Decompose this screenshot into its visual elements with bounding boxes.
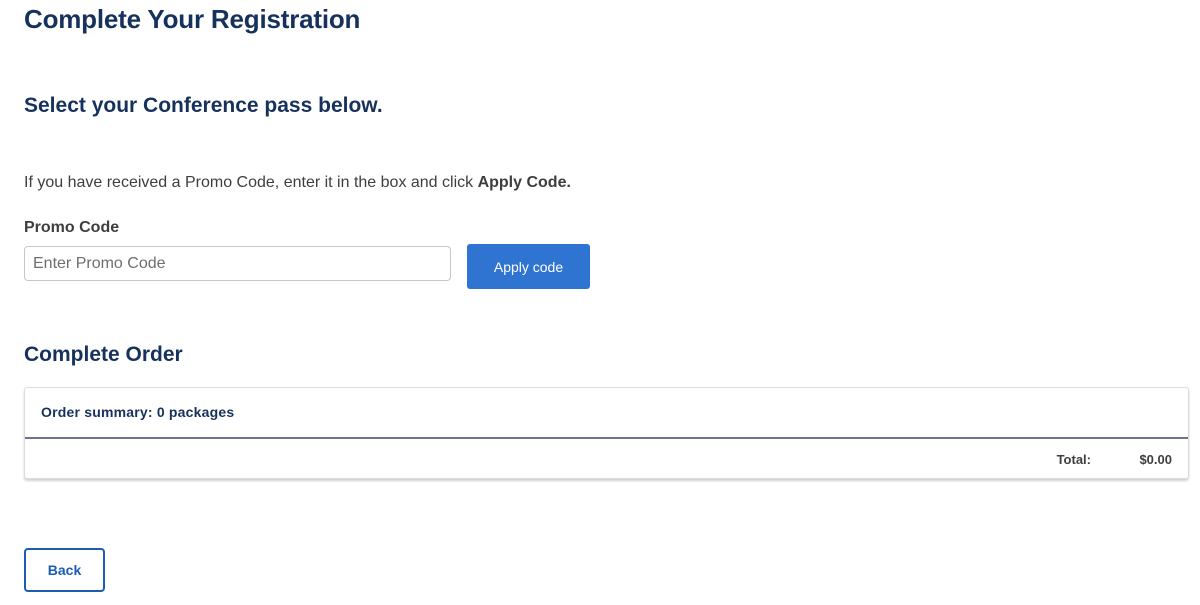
back-button[interactable]: Back	[24, 548, 105, 592]
order-divider	[25, 437, 1188, 439]
order-summary-card: Order summary: 0 packages Total: $0.00	[24, 387, 1189, 479]
promo-code-label: Promo Code	[24, 219, 120, 236]
order-section-title: Complete Order	[24, 343, 183, 366]
promo-instructions: If you have received a Promo Code, enter…	[24, 174, 571, 192]
pass-section-title: Select your Conference pass below.	[24, 94, 383, 117]
promo-instructions-emphasis: Apply Code.	[477, 174, 571, 191]
order-summary-heading: Order summary: 0 packages	[41, 404, 235, 420]
page-title: Complete Your Registration	[24, 4, 361, 34]
total-label: Total:	[1056, 452, 1091, 467]
apply-code-button[interactable]: Apply code	[467, 244, 590, 289]
promo-instructions-text: If you have received a Promo Code, enter…	[24, 174, 478, 191]
total-value: $0.00	[1139, 452, 1172, 467]
promo-code-input[interactable]	[24, 246, 451, 281]
